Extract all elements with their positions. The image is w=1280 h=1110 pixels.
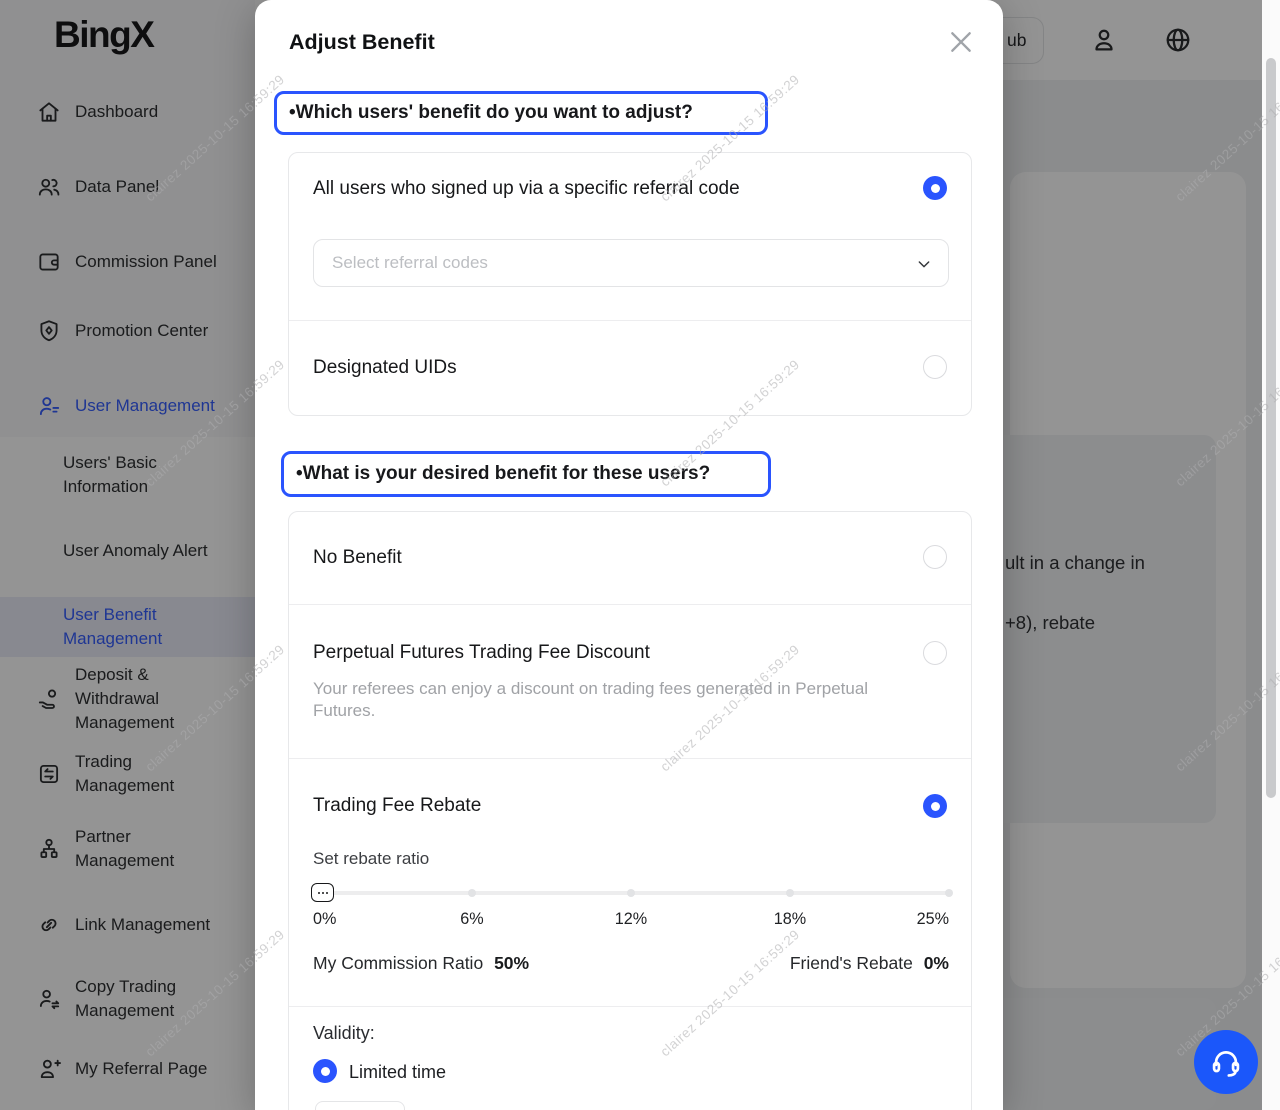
headset-icon	[1209, 1045, 1243, 1079]
divider	[289, 1006, 971, 1007]
option-futures-discount-label: Perpetual Futures Trading Fee Discount	[313, 642, 650, 664]
limited-time-radio[interactable]	[313, 1059, 337, 1083]
option-futures-discount-description: Your referees can enjoy a discount on tr…	[313, 678, 893, 722]
question-desired-benefit: •What is your desired benefit for these …	[281, 451, 771, 497]
limited-time-label: Limited time	[349, 1062, 446, 1083]
select-placeholder: Select referral codes	[332, 253, 488, 273]
support-button[interactable]	[1194, 1030, 1258, 1094]
validity-label: Validity:	[313, 1023, 375, 1044]
option-designated-uids-radio[interactable]	[923, 355, 947, 379]
adjust-benefit-modal: Adjust Benefit •Which users' benefit do …	[255, 0, 1003, 1110]
question-which-users: •Which users' benefit do you want to adj…	[274, 91, 768, 135]
option-referral-code-radio[interactable]	[923, 176, 947, 200]
option-no-benefit-radio[interactable]	[923, 545, 947, 569]
slider-scale-label: 0%	[313, 910, 336, 929]
friend-rebate-label: Friend's Rebate	[790, 953, 913, 973]
friend-rebate-value: 0%	[924, 953, 949, 973]
close-icon[interactable]	[945, 26, 977, 58]
slider-scale-label: 12%	[615, 910, 647, 929]
audience-options-card: All users who signed up via a specific r…	[288, 152, 972, 416]
screen: ult in a change in +8), rebate BingX Das…	[0, 0, 1280, 1110]
chevron-down-icon	[916, 256, 932, 272]
rebate-ratio-slider	[313, 880, 949, 904]
commission-row: My Commission Ratio 50% Friend's Rebate …	[313, 953, 949, 974]
benefit-options-card: No Benefit Perpetual Futures Trading Fee…	[288, 511, 972, 1110]
slider-tick	[945, 889, 953, 897]
slider-scale-labels: 0% 6% 12% 18% 25%	[313, 910, 949, 932]
commission-ratio-value: 50%	[494, 953, 529, 973]
validity-duration-input[interactable]	[315, 1101, 405, 1110]
referral-codes-select[interactable]: Select referral codes	[313, 239, 949, 287]
slider-scale-label: 25%	[917, 910, 949, 929]
option-fee-rebate-label: Trading Fee Rebate	[313, 795, 481, 817]
option-futures-discount-radio[interactable]	[923, 641, 947, 665]
option-referral-code-label: All users who signed up via a specific r…	[313, 178, 740, 200]
commission-ratio-label: My Commission Ratio	[313, 953, 483, 973]
scrollbar-thumb[interactable]	[1266, 58, 1276, 798]
scrollbar-track	[1262, 0, 1280, 1110]
slider-tick	[468, 889, 476, 897]
slider-scale-label: 6%	[460, 910, 483, 929]
divider	[289, 320, 971, 321]
option-fee-rebate-radio[interactable]	[923, 794, 947, 818]
divider	[289, 758, 971, 759]
set-rebate-ratio-label: Set rebate ratio	[313, 849, 429, 869]
slider-scale-label: 18%	[774, 910, 806, 929]
divider	[289, 604, 971, 605]
option-no-benefit-label: No Benefit	[313, 547, 402, 569]
slider-tick	[627, 889, 635, 897]
slider-tick	[786, 889, 794, 897]
slider-handle[interactable]	[311, 883, 334, 902]
option-designated-uids-label: Designated UIDs	[313, 357, 457, 379]
modal-title: Adjust Benefit	[289, 30, 435, 55]
